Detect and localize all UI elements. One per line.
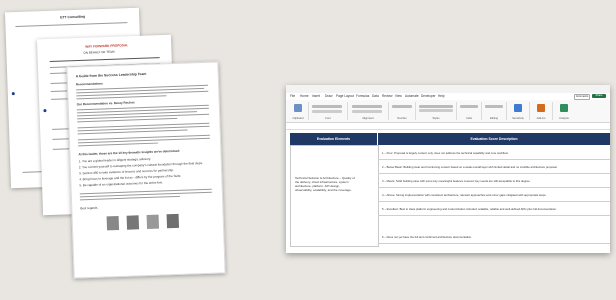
portrait-photo [166,213,180,229]
ribbon-group-number[interactable]: Number [389,102,416,120]
doc3-list-heading: At this leader, those are the 10 key the… [78,148,181,157]
share-button[interactable]: Share [592,94,606,98]
ribbon-group-cells[interactable]: Cells [457,102,482,120]
text-line [78,142,159,147]
table-row[interactable]: 5 – Excellent: Best in class platform en… [378,203,610,216]
excel-window: File Home Insert Draw Page Layout Formul… [286,85,610,253]
menu-review[interactable]: Review [382,94,392,99]
evaluation-element-text: Technical Solution & Architecture – Qual… [295,176,355,192]
document-page-3: A Guide from the Success Leadership Team… [66,61,226,279]
portrait-photo [126,215,140,230]
number-format-icon [392,105,412,108]
menu-insert[interactable]: Insert [312,94,320,99]
menu-formulas[interactable]: Formulas [356,94,369,99]
analyze-data-icon [560,104,568,112]
ribbon-group-label: Number [397,117,407,120]
table-format-icon [419,109,453,112]
paste-icon [294,104,302,112]
ribbon: Clipboard Font Alignment Number Styles C… [286,100,610,123]
ribbon-group-sensitivity[interactable]: Sensitivity [507,102,530,120]
doc3-item: 5. Be capable of an organizational outco… [79,180,164,188]
menu-file[interactable]: File [290,94,295,99]
evaluation-element-cell[interactable]: Technical Solution & Architecture – Qual… [290,145,379,247]
ribbon-group-label: Font [325,117,331,120]
doc3-heading: A Guide from the Success Leadership Team [75,71,147,79]
divider [15,22,128,28]
ribbon-group-clipboard[interactable]: Clipboard [288,102,309,120]
doc3-section1: Recommendations [75,81,103,87]
column-header-description: Evaluation Score Description [378,133,610,145]
ribbon-group-editing[interactable]: Editing [482,102,507,120]
ribbon-group-font[interactable]: Font [309,102,348,120]
ribbon-group-label: Styles [432,117,440,120]
menu-draw[interactable]: Draw [325,94,332,99]
menu-help[interactable]: Help [438,94,445,99]
menu-view[interactable]: View [395,94,402,99]
portrait-photo [106,215,120,231]
conditional-format-icon [419,105,453,108]
ribbon-group-alignment[interactable]: Alignment [348,102,389,120]
table-row[interactable]: 1 – Poor: Proposal is largely content on… [378,147,610,160]
doc1-title: ETT Consulting [60,14,86,20]
doc3-signatories-label: Best regards, [80,205,99,211]
table-row[interactable]: 4 – Above: Strong implementation with co… [378,189,610,202]
table-row[interactable]: 6 – Does not yet have the full and confi… [378,231,610,244]
doc2-subtitle: ON BEHALF OF TEAM [83,49,115,55]
ribbon-group-label: Editing [490,117,498,120]
ribbon-group-label: Sensitivity [512,117,524,120]
doc2-title: WAY FORWARD PROPOSAL [85,43,129,49]
sum-icon [485,105,503,108]
ribbon-group-analysis[interactable]: Analysis [553,102,575,120]
ribbon-group-addins[interactable]: Add-ins [530,102,553,120]
ribbon-group-label: Analysis [559,117,569,120]
doc3-item: 4. Bring focus to leverage and the list … [79,173,182,182]
circle-marker [43,109,47,113]
ribbon-group-label: Clipboard [292,117,304,120]
ribbon-group-label: Alignment [362,117,374,120]
menu-data[interactable]: Data [372,94,379,99]
doc3-section2: Our Recommendation vs. Decay Rectors [76,100,135,107]
portrait-photo [146,214,160,229]
font-format-icon [312,110,342,113]
menu-automate[interactable]: Automate [405,94,419,99]
menu-home[interactable]: Home [300,94,309,99]
ribbon-group-styles[interactable]: Styles [416,102,457,120]
wrap-icon [352,110,382,113]
formula-bar[interactable] [286,123,610,130]
menu-developer[interactable]: Developer [421,94,436,99]
title-bar [286,85,610,93]
addins-icon [537,104,545,112]
font-selector-icon [312,105,342,108]
insert-cells-icon [460,105,478,108]
column-header-elements: Evaluation Elements [290,133,377,145]
table-rule [49,57,160,62]
menu-page-layout[interactable]: Page Layout [336,94,354,99]
table-row[interactable]: 2 – Below Basic: Building clear and func… [378,161,610,174]
circle-marker [11,92,15,96]
ribbon-group-label: Add-ins [536,117,546,120]
sensitivity-icon [514,104,522,112]
align-icon [352,105,382,108]
table-row[interactable]: 3 – Meets: Solid building case with some… [378,175,610,188]
ribbon-group-label: Cells [466,117,472,120]
